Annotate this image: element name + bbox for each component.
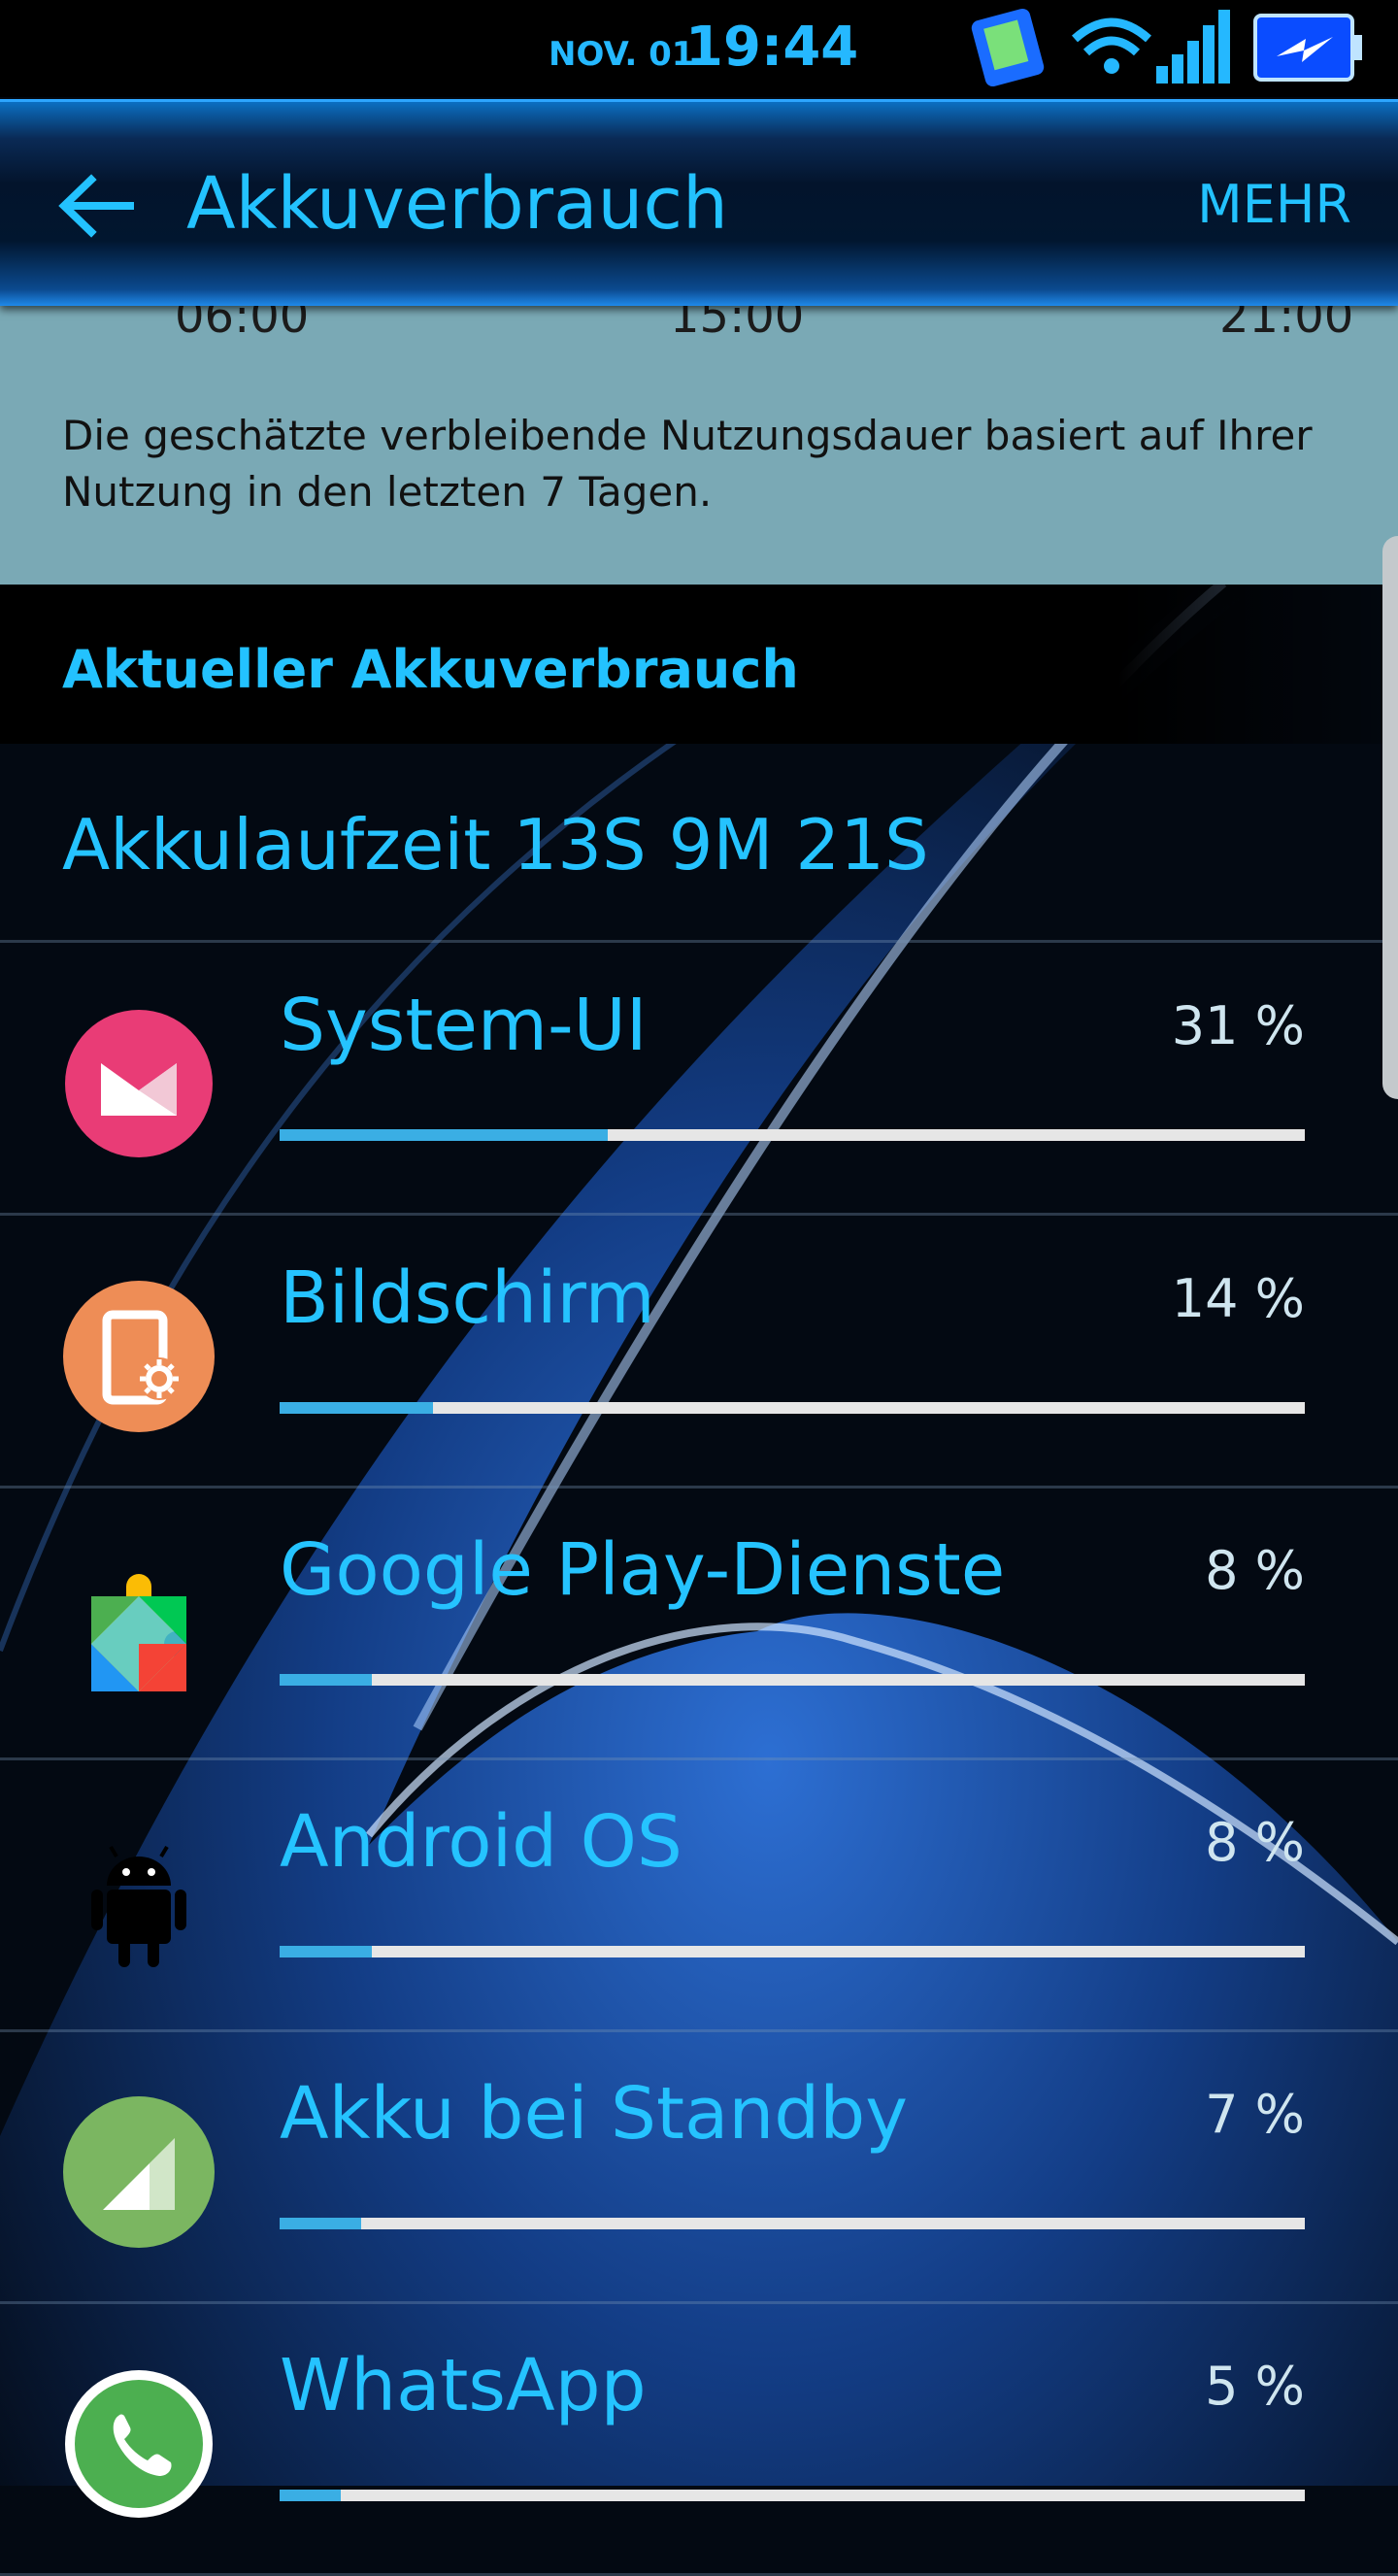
list-item-android-os[interactable]: Android OS 8 % (0, 1759, 1398, 2032)
app-name: Akku bei Standby (280, 2072, 909, 2156)
app-name: System-UI (280, 984, 648, 1067)
marshmallow-icon (65, 1010, 213, 1157)
usage-bar (280, 2218, 1305, 2229)
section-title: Aktueller Akkuverbrauch (62, 639, 799, 700)
section-header: Aktueller Akkuverbrauch (0, 585, 1398, 744)
app-bar: Akkuverbrauch MEHR (0, 99, 1398, 306)
app-percent: 31 % (1171, 995, 1305, 1056)
usage-bar-fill (280, 2218, 362, 2229)
usage-bar-fill (280, 1402, 434, 1414)
status-bar: NOV. 01 19:44 (0, 0, 1398, 97)
usage-bar-fill (280, 2490, 342, 2501)
app-percent: 8 % (1205, 1812, 1305, 1873)
status-time: 19:44 (685, 16, 859, 79)
list-item-whatsapp[interactable]: WhatsApp 5 % (0, 2303, 1398, 2576)
app-percent: 5 % (1205, 2356, 1305, 2417)
app-percent: 14 % (1171, 1268, 1305, 1329)
app-name: Bildschirm (280, 1256, 655, 1340)
cell-standby-icon (63, 2096, 215, 2248)
usage-bar-fill (280, 1674, 373, 1686)
app-name: Google Play-Dienste (280, 1528, 1006, 1612)
app-percent: 7 % (1205, 2084, 1305, 2145)
app-name: WhatsApp (280, 2344, 647, 2427)
estimate-info-text: Die geschätzte verbleibende Nutzungsdaue… (62, 412, 1313, 516)
phone-notification-icon (971, 8, 1045, 87)
info-panel: 06:00 15:00 21:00 Die geschätzte verblei… (0, 289, 1398, 585)
google-play-services-icon (91, 1574, 186, 1691)
usage-bar-fill (280, 1946, 373, 1957)
battery-runtime-label: Akkulaufzeit 13S 9M 21S (62, 804, 929, 886)
usage-bar (280, 1946, 1305, 1957)
app-percent: 8 % (1205, 1540, 1305, 1601)
screen-brightness-icon (63, 1281, 215, 1432)
app-name: Android OS (280, 1800, 682, 1884)
scrollbar[interactable] (1382, 536, 1398, 1099)
status-icons (966, 6, 1374, 93)
wifi-icon (1072, 17, 1151, 74)
android-icon (91, 1845, 186, 1967)
whatsapp-icon (65, 2370, 213, 2518)
list-item-google-play-services[interactable]: Google Play-Dienste 8 % (0, 1488, 1398, 1760)
usage-bar (280, 1129, 1305, 1141)
back-arrow-icon[interactable] (56, 172, 134, 240)
usage-bar (280, 1402, 1305, 1414)
list-item-system-ui[interactable]: System-UI 31 % (0, 943, 1398, 1216)
page-title: Akkuverbrauch (186, 162, 728, 246)
list-item-akku-bei-standby[interactable]: Akku bei Standby 7 % (0, 2031, 1398, 2304)
signal-icon (1156, 10, 1230, 84)
more-button[interactable]: MEHR (1197, 174, 1351, 235)
battery-charging-icon (1253, 14, 1362, 82)
list-item-bildschirm[interactable]: Bildschirm 14 % (0, 1216, 1398, 1489)
battery-runtime-row: Akkulaufzeit 13S 9M 21S (0, 744, 1398, 943)
usage-bar (280, 1674, 1305, 1686)
usage-bar-fill (280, 1129, 608, 1141)
usage-bar (280, 2490, 1305, 2501)
status-date: NOV. 01 (549, 35, 695, 74)
